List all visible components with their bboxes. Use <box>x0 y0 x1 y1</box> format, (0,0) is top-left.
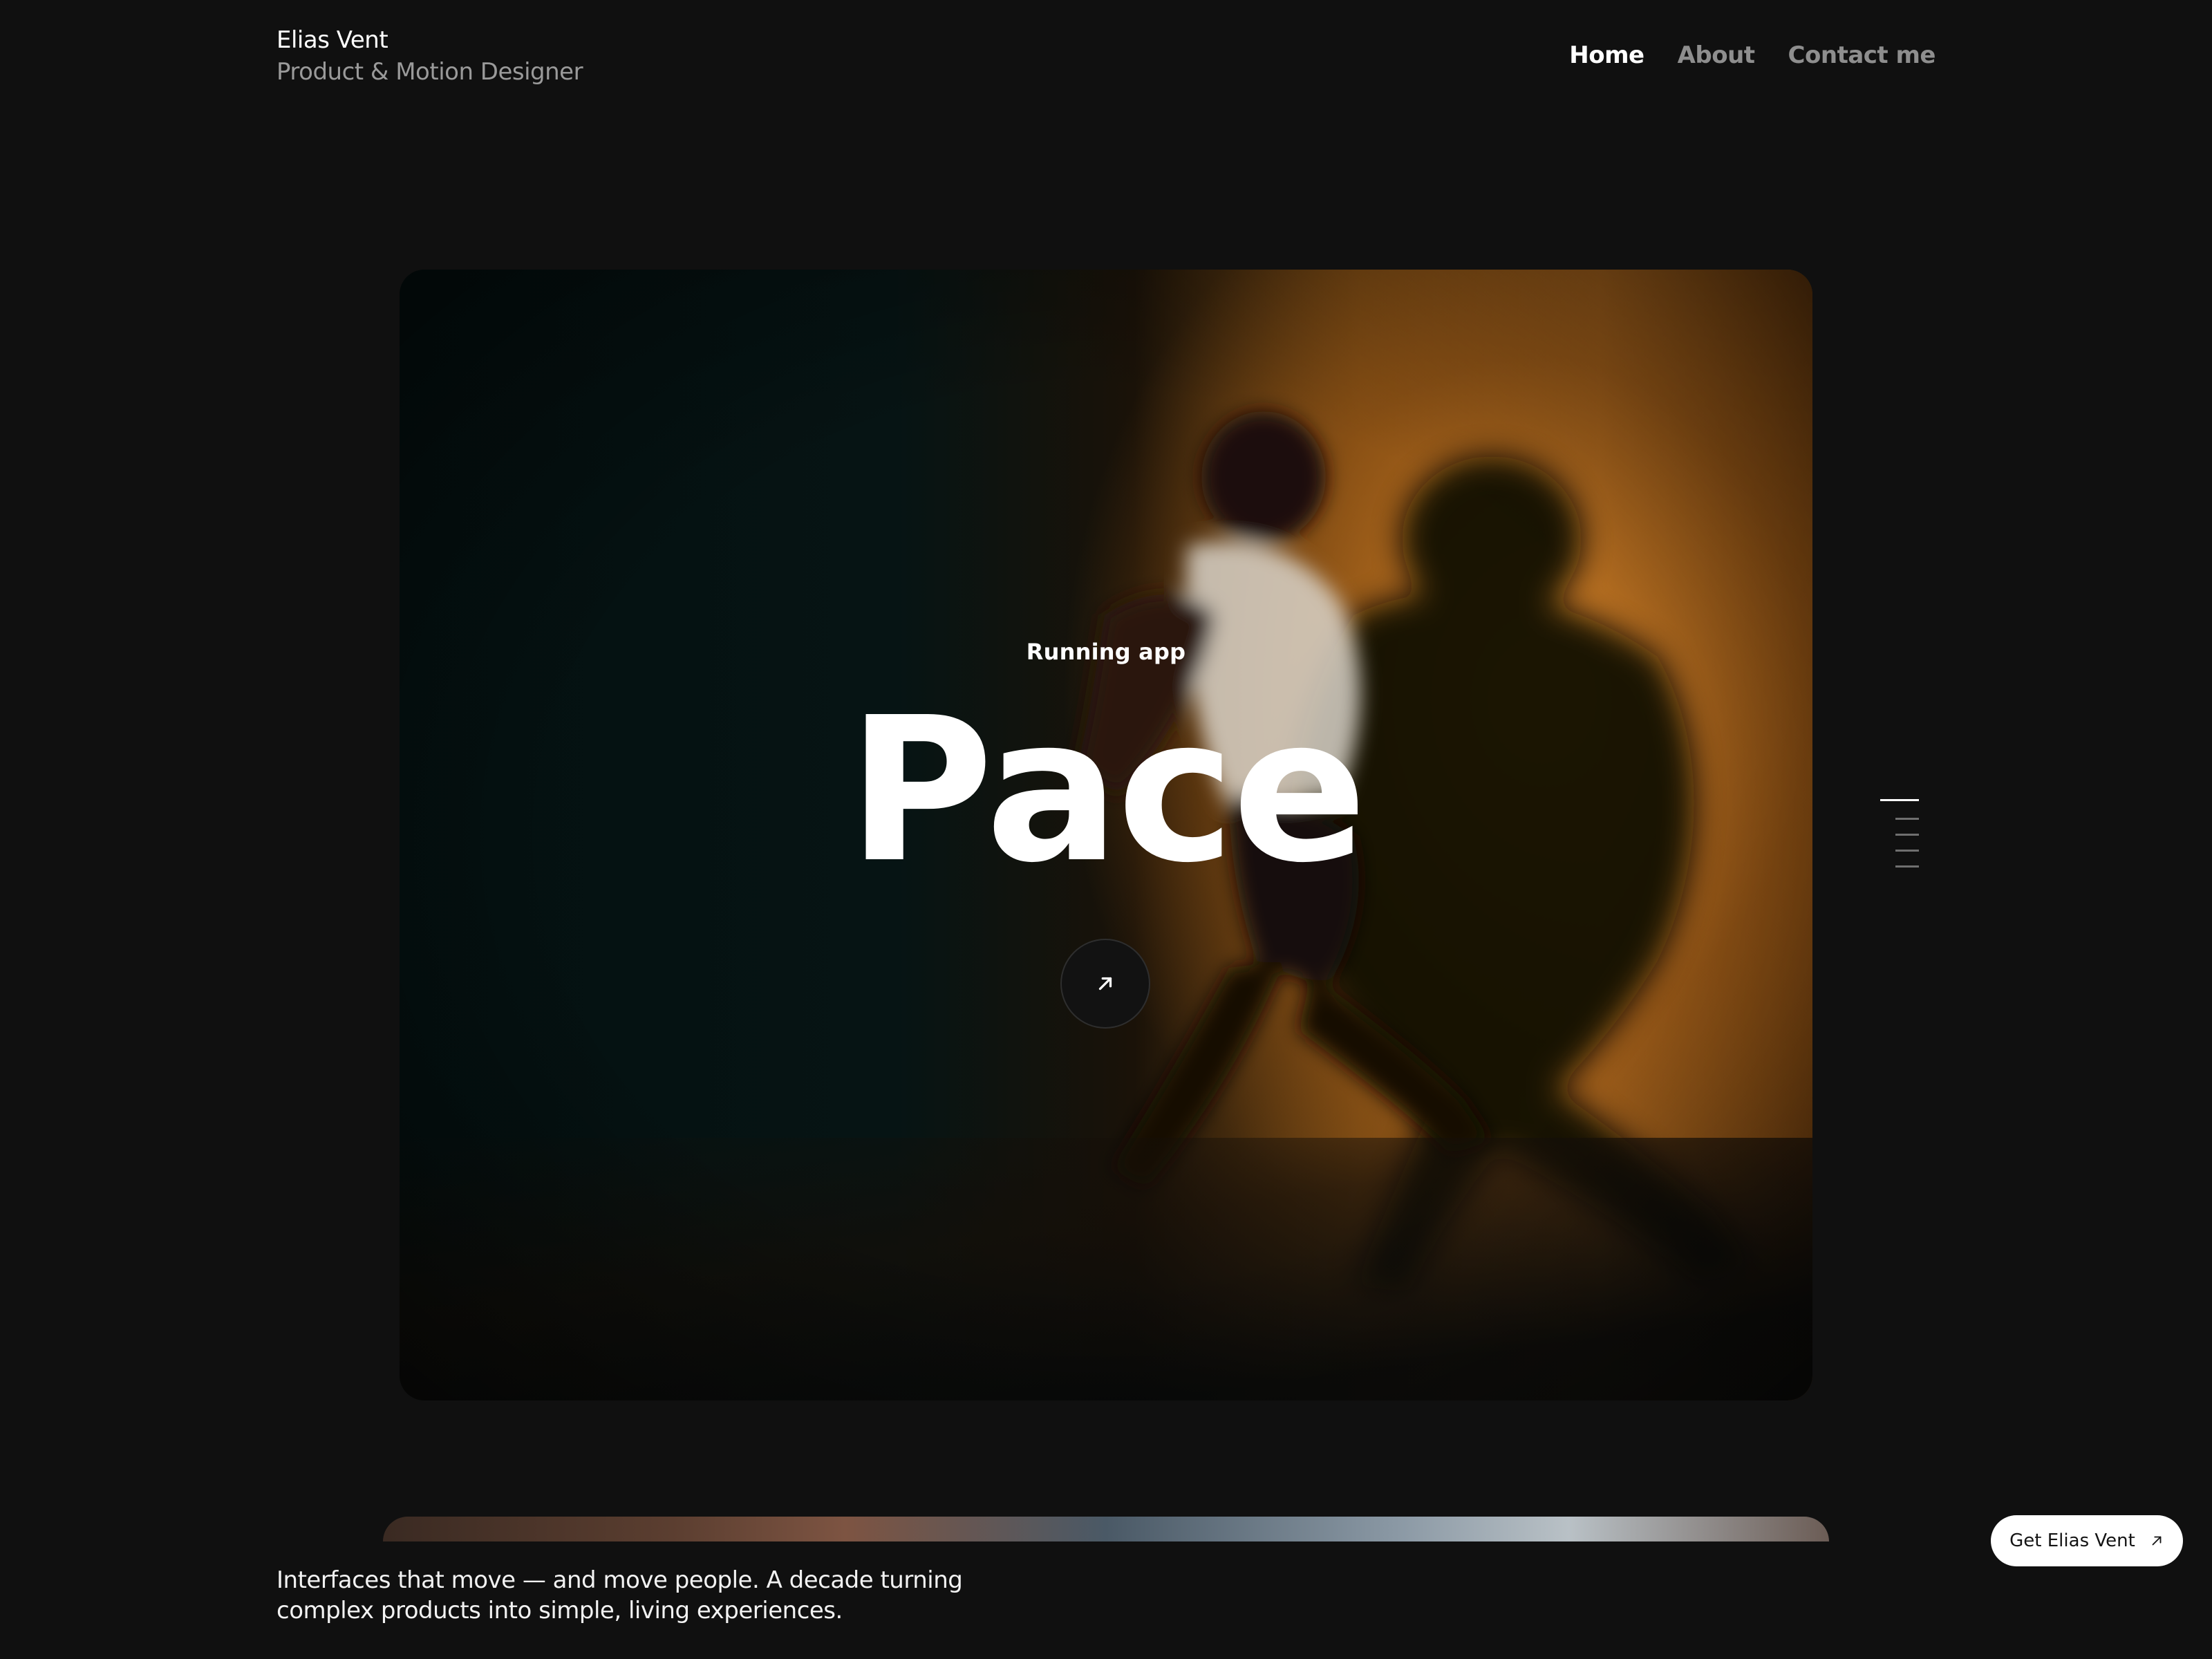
pager-item-5[interactable] <box>1895 865 1919 868</box>
cta-label: Get Elias Vent <box>2009 1530 2135 1551</box>
designer-name: Elias Vent <box>276 26 388 54</box>
get-designer-button[interactable]: Get Elias Vent <box>1991 1515 2183 1566</box>
nav-about[interactable]: About <box>1678 41 1755 69</box>
intro-tagline: Interfaces that move — and move people. … <box>276 1566 963 1625</box>
nav-contact[interactable]: Contact me <box>1788 41 1936 69</box>
open-project-button[interactable] <box>1060 939 1150 1029</box>
pager-item-3[interactable] <box>1895 834 1919 836</box>
pager-item-1[interactable] <box>1880 799 1919 801</box>
project-card-pace[interactable]: Running app Pace <box>400 270 1812 1400</box>
arrow-up-right-icon <box>2149 1533 2164 1548</box>
arrow-up-right-icon <box>1098 977 1112 991</box>
portfolio-page: Elias Vent Product & Motion Designer Hom… <box>0 0 2212 1659</box>
brand[interactable]: Elias Vent Product & Motion Designer <box>276 25 583 88</box>
project-category: Running app <box>1026 639 1186 665</box>
project-title: Pace <box>847 675 1367 906</box>
designer-role: Product & Motion Designer <box>276 57 583 86</box>
nav-home[interactable]: Home <box>1569 41 1644 69</box>
project-pager <box>1880 799 1919 868</box>
next-project-card[interactable] <box>383 1517 1829 1541</box>
main-nav: Home About Contact me <box>1569 41 1936 69</box>
pager-item-4[interactable] <box>1895 850 1919 852</box>
hero-content: Running app Pace <box>400 270 1812 1400</box>
pager-item-2[interactable] <box>1895 818 1919 820</box>
